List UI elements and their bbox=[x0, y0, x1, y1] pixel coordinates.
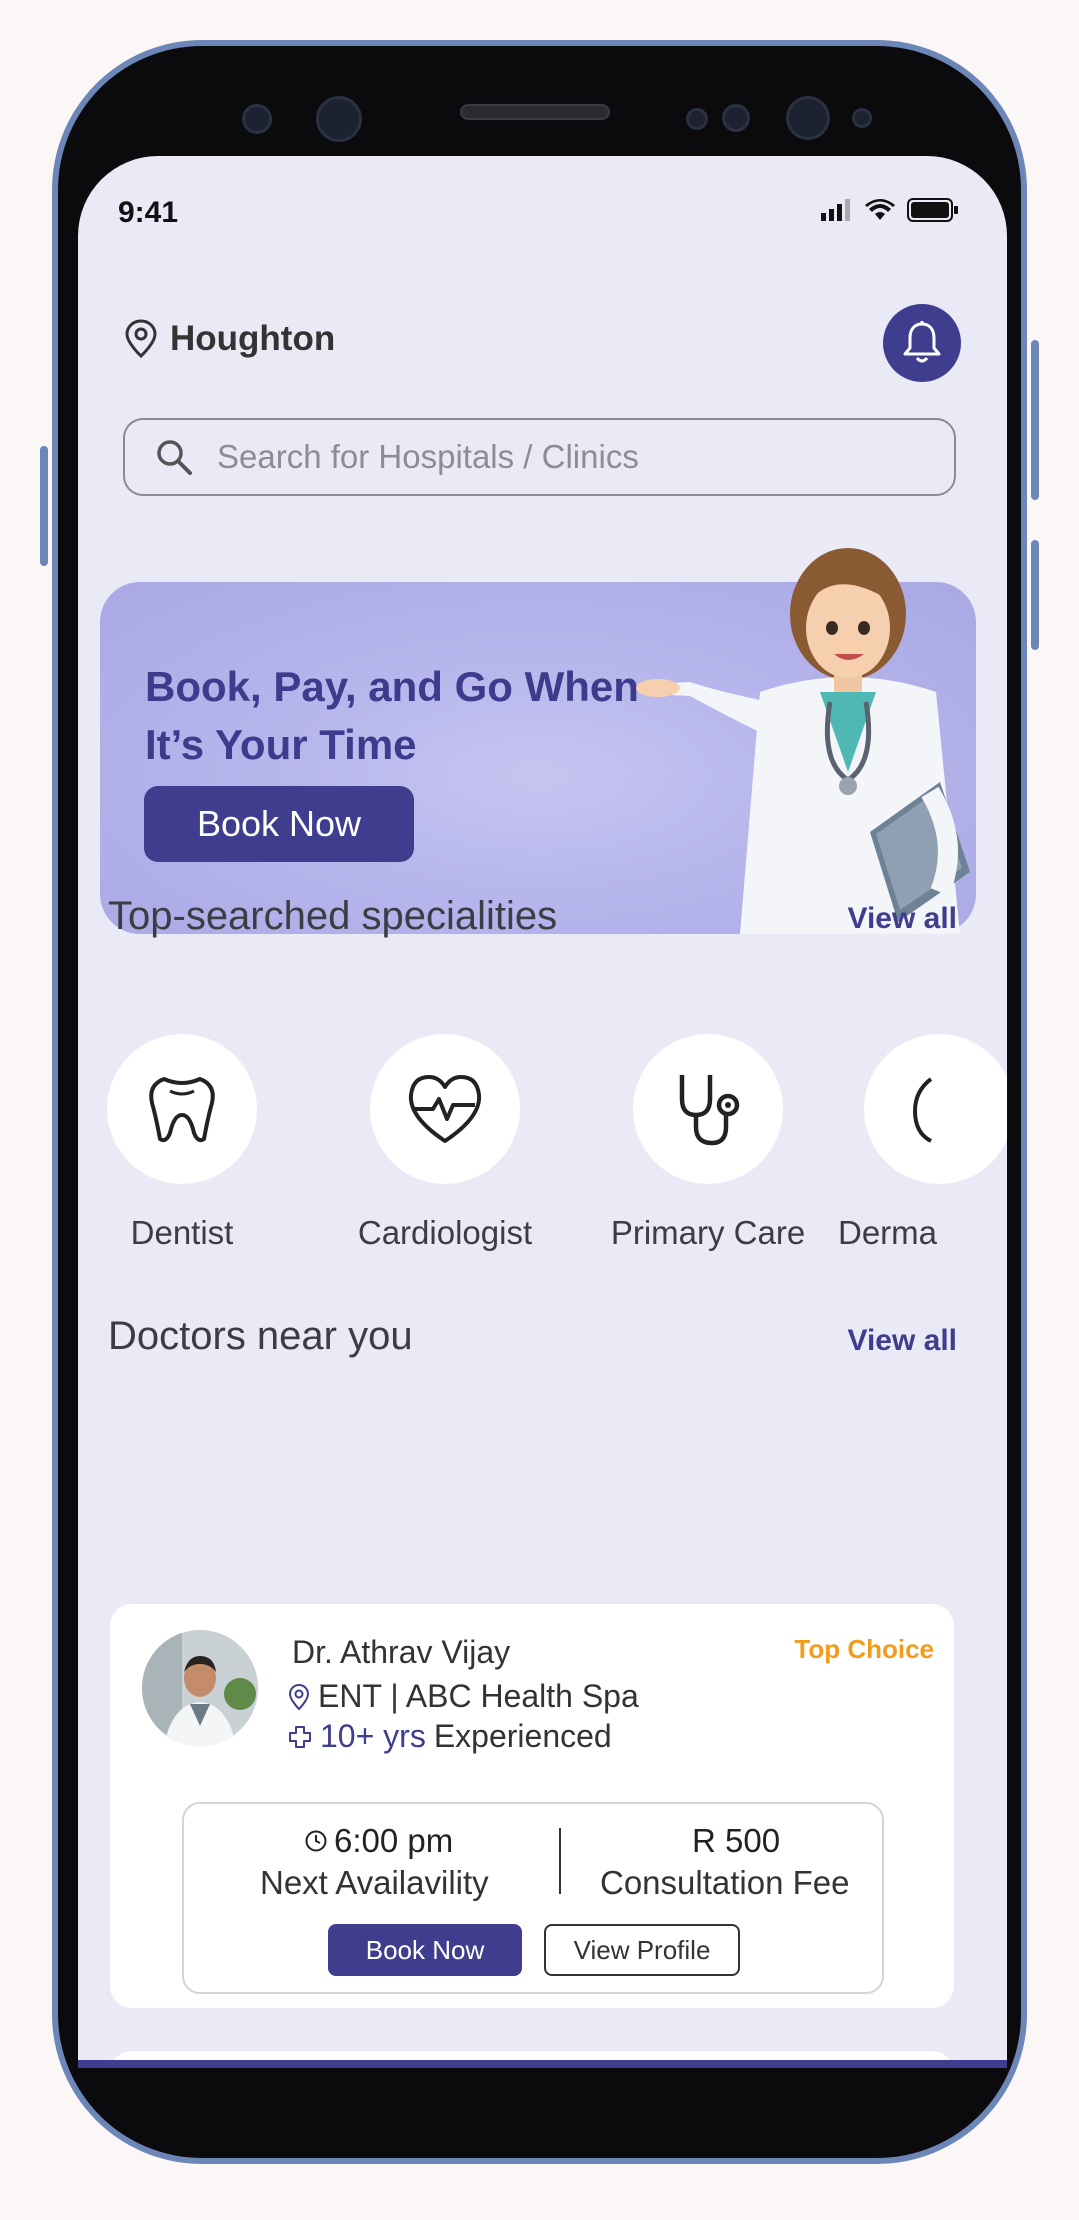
availability-box: 6:00 pm Next Availavility R 500 Consulta… bbox=[182, 1802, 884, 1994]
proximity-sensor-icon bbox=[852, 108, 872, 128]
status-time: 9:41 bbox=[118, 196, 179, 229]
next-time-value: 6:00 pm bbox=[334, 1822, 454, 1859]
doctor-specialty-text: ENT | ABC Health Spa bbox=[318, 1678, 639, 1714]
sensor-icon bbox=[686, 108, 708, 130]
bell-icon bbox=[903, 321, 941, 363]
doctor-book-now-button[interactable]: Book Now bbox=[328, 1924, 522, 1976]
volume-button bbox=[40, 446, 48, 566]
search-bar[interactable]: Search for Hospitals / Clinics bbox=[123, 418, 956, 496]
view-profile-button[interactable]: View Profile bbox=[544, 1924, 740, 1976]
consultation-fee-value: R 500 bbox=[692, 1822, 781, 1859]
side-button bbox=[1031, 540, 1039, 650]
speaker-grille bbox=[460, 104, 610, 120]
tooth-icon bbox=[149, 1077, 215, 1143]
speciality-label: Derma bbox=[838, 1214, 938, 1251]
speciality-primary-care[interactable]: Primary Care bbox=[603, 1034, 813, 1252]
specialities-title: Top-searched specialities bbox=[108, 894, 558, 938]
sensor-icon bbox=[242, 104, 272, 134]
speciality-label: Dentist bbox=[130, 1214, 234, 1251]
speciality-label: Cardiologist bbox=[357, 1214, 533, 1251]
wifi-icon bbox=[865, 199, 895, 220]
clock-icon bbox=[305, 1830, 327, 1852]
heart-pulse-icon bbox=[408, 1075, 482, 1143]
location-pin-icon bbox=[125, 319, 157, 359]
next-availability-time: 6:00 pm bbox=[304, 1822, 453, 1860]
top-choice-badge: Top Choice bbox=[794, 1634, 934, 1664]
front-camera-icon bbox=[316, 96, 362, 142]
power-button bbox=[1031, 340, 1039, 500]
specialities-view-all-link[interactable]: View all bbox=[847, 902, 957, 936]
consultation-fee-label: Consultation Fee bbox=[600, 1864, 850, 1901]
location-selector[interactable]: Houghton bbox=[124, 319, 335, 359]
banner-title: Book, Pay, and Go When It’s Your Time bbox=[145, 663, 639, 768]
battery-icon bbox=[907, 198, 958, 222]
speciality-dentist[interactable]: Dentist bbox=[78, 1034, 287, 1252]
bottom-nav bbox=[78, 2060, 1007, 2068]
doctor-avatar bbox=[142, 1630, 258, 1746]
doctor-experience: 10+ yrs Experienced bbox=[288, 1718, 612, 1755]
notification-button[interactable] bbox=[883, 304, 961, 382]
promo-banner: Book, Pay, and Go When It’s Your Time Bo… bbox=[100, 548, 976, 934]
doctor-illustration bbox=[636, 548, 970, 934]
doctor-card[interactable]: Dr. Athrav Vijay Top Choice ENT | ABC He… bbox=[110, 1604, 954, 2008]
app-screen: 9:41 Houghton Search for Hospitals / Cli… bbox=[78, 156, 1007, 2068]
speciality-label: Primary Care bbox=[610, 1214, 806, 1251]
doctors-title: Doctors near you bbox=[108, 1314, 413, 1358]
signal-icon bbox=[821, 199, 850, 221]
next-availability-label: Next Availavility bbox=[260, 1864, 489, 1901]
sensor-icon bbox=[722, 104, 750, 132]
speciality-cardiologist[interactable]: Cardiologist bbox=[340, 1034, 550, 1252]
divider bbox=[559, 1828, 561, 1894]
iris-scanner-icon bbox=[786, 96, 830, 140]
location-pin-icon bbox=[288, 1683, 310, 1710]
speciality-icon-circle bbox=[633, 1034, 783, 1184]
derma-icon bbox=[912, 1077, 933, 1143]
search-placeholder: Search for Hospitals / Clinics bbox=[217, 438, 639, 475]
speciality-icon-circle bbox=[370, 1034, 520, 1184]
banner-book-now-button[interactable]: Book Now bbox=[144, 786, 414, 862]
phone-frame: 9:41 Houghton Search for Hospitals / Cli… bbox=[40, 40, 1039, 2164]
specialities-list: Dentist Cardiologist Primary Care Derma bbox=[78, 1034, 1007, 1264]
speciality-icon-circle bbox=[107, 1034, 257, 1184]
experience-years: 10+ yrs bbox=[320, 1718, 426, 1754]
status-icons bbox=[821, 198, 959, 222]
experience-suffix: Experienced bbox=[433, 1718, 612, 1754]
speciality-icon-circle bbox=[864, 1034, 1007, 1184]
medical-cross-icon bbox=[289, 1725, 311, 1748]
stethoscope-icon bbox=[679, 1075, 740, 1146]
speciality-derma[interactable]: Derma bbox=[838, 1034, 1007, 1252]
doctor-name: Dr. Athrav Vijay bbox=[292, 1634, 511, 1670]
doctor-specialty-location: ENT | ABC Health Spa bbox=[288, 1678, 639, 1715]
search-icon bbox=[157, 440, 192, 475]
doctor-photo bbox=[142, 1630, 258, 1746]
status-bar: 9:41 bbox=[78, 196, 1007, 236]
location-label: Houghton bbox=[170, 319, 336, 358]
doctors-view-all-link[interactable]: View all bbox=[847, 1324, 957, 1358]
